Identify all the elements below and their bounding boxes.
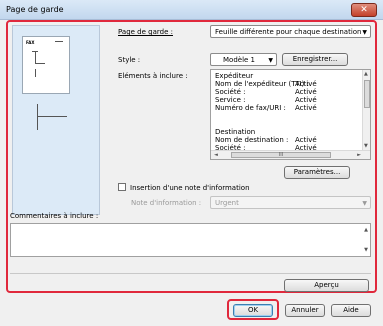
page-thumbnail: FAX (22, 36, 70, 94)
note-select[interactable]: Urgent ▼ (210, 196, 371, 209)
scroll-right-icon: ► (357, 152, 361, 158)
chevron-down-icon: ▼ (268, 57, 273, 64)
items-label: Eléments à inclure : (118, 72, 188, 80)
scroll-down-icon: ▼ (364, 247, 368, 253)
vertical-scrollbar[interactable]: ▲ ▼ (362, 70, 370, 150)
close-icon: ✕ (360, 5, 368, 15)
note-value: Urgent (215, 199, 239, 207)
horizontal-scroll-thumb[interactable]: III (231, 152, 331, 158)
scroll-up-icon: ▲ (364, 71, 368, 77)
thumb-line (55, 41, 63, 42)
preview-line (37, 104, 38, 130)
chevron-down-icon: ▼ (362, 29, 367, 36)
scroll-down-icon: ▼ (364, 143, 368, 149)
title-bar: Page de garde ✕ (0, 0, 383, 20)
save-button[interactable]: Enregistrer... (282, 53, 348, 66)
style-value: Modèle 1 (223, 56, 256, 64)
preview-line (37, 116, 67, 117)
info-note-checkbox-label[interactable]: Insertion d'une note d'information (130, 184, 250, 192)
cover-page-select[interactable]: Feuille différente pour chaque destinati… (210, 25, 371, 38)
preview-button[interactable]: Aperçu (284, 279, 369, 292)
close-button[interactable]: ✕ (351, 3, 377, 17)
style-select[interactable]: Modèle 1 ▼ (210, 53, 277, 66)
window-title: Page de garde (6, 5, 64, 14)
items-list[interactable]: Expéditeur Nom de l'expéditeur (TTI) : S… (210, 69, 371, 160)
comments-textarea[interactable]: ▲ ▼ (10, 223, 371, 257)
cover-preview: FAX (12, 25, 100, 215)
ok-button[interactable]: OK (233, 304, 273, 317)
cover-page-label: Page de garde : (118, 28, 173, 36)
cancel-button[interactable]: Annuler (285, 304, 325, 317)
comments-label: Commentaires à inclure : (10, 212, 99, 220)
thumb-line (35, 51, 36, 63)
separator (10, 273, 371, 274)
cover-page-value: Feuille différente pour chaque destinati… (215, 28, 362, 36)
items-values: Activé Activé Activé Activé Activé Activ… (295, 80, 317, 152)
help-button[interactable]: Aide (331, 304, 371, 317)
style-label: Style : (118, 56, 141, 64)
thumb-line (35, 69, 36, 77)
fax-label: FAX (26, 40, 35, 45)
thumb-line (35, 63, 45, 64)
horizontal-scrollbar[interactable]: ◄ III ► (211, 150, 370, 159)
chevron-down-icon: ▼ (362, 200, 367, 207)
scroll-left-icon: ◄ (214, 152, 218, 158)
note-label: Note d'information : (131, 199, 202, 207)
scroll-up-icon: ▲ (364, 227, 368, 233)
parameters-button[interactable]: Paramètres... (284, 166, 350, 179)
vertical-scroll-thumb[interactable] (364, 80, 370, 108)
info-note-checkbox[interactable] (118, 183, 126, 191)
